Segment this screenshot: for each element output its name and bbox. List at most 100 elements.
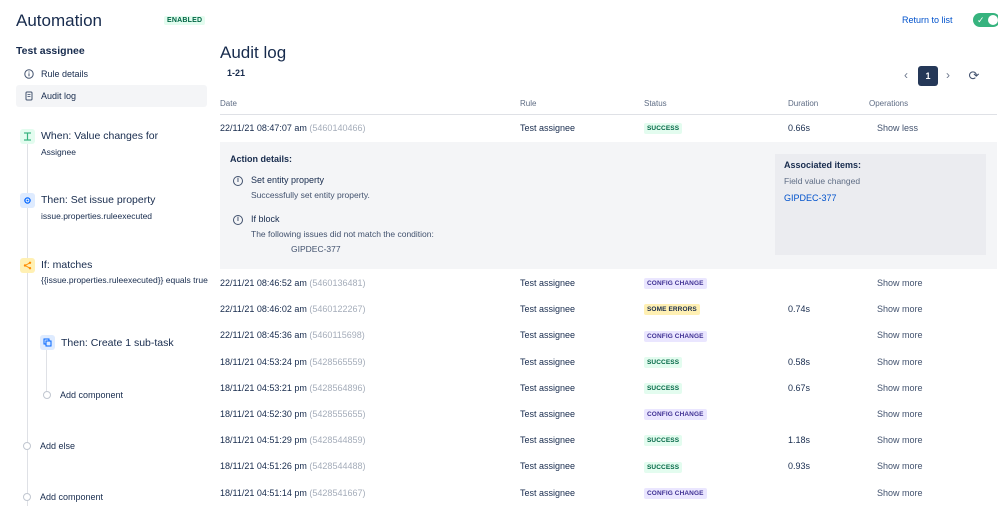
- date-text: 22/11/21 08:45:36 am: [220, 330, 307, 341]
- duration-cell: 0.58s: [788, 356, 811, 367]
- show-more-link[interactable]: Show more: [877, 401, 923, 427]
- show-more-link[interactable]: Show more: [877, 427, 923, 453]
- duration-cell: 1.18s: [788, 435, 811, 446]
- status-cell: CONFIG CHANGE: [644, 401, 707, 427]
- status-badge: SUCCESS: [644, 435, 683, 447]
- chevron-left-icon[interactable]: ‹: [899, 68, 913, 84]
- date-text: 22/11/21 08:47:07 am: [220, 123, 307, 133]
- rule-cell: Test assignee: [520, 435, 576, 446]
- show-less-link[interactable]: Show less: [877, 115, 918, 141]
- show-more-link[interactable]: Show more: [877, 453, 923, 479]
- date-text: 18/11/21 04:51:26 pm: [220, 461, 307, 472]
- component-title: If: matches: [41, 259, 93, 271]
- show-more-link[interactable]: Show more: [877, 296, 923, 322]
- execution-id: (5428555655): [309, 409, 366, 419]
- status-cell: SUCCESS: [644, 349, 683, 375]
- execution-id: (5428565559): [309, 356, 366, 367]
- sidebar: Test assignee Rule details Audit log Whe…: [0, 40, 210, 506]
- component-trigger[interactable]: When: Value changes for Assignee: [20, 129, 205, 159]
- rule-cell: Test assignee: [520, 356, 576, 367]
- show-more-link[interactable]: Show more: [877, 349, 923, 375]
- sidebar-item-audit-log[interactable]: Audit log: [16, 85, 207, 107]
- sidebar-item-label: Audit log: [41, 91, 77, 101]
- associated-items-box: Associated items: Field value changed GI…: [775, 154, 986, 255]
- add-else-link[interactable]: Add else: [40, 441, 75, 451]
- show-more-link[interactable]: Show more: [877, 322, 923, 348]
- trigger-icon: [20, 129, 35, 144]
- rule-cell: Test assignee: [520, 304, 576, 315]
- date-cell: 18/11/21 04:52:30 pm (5428555655): [220, 401, 365, 427]
- check-icon: ✓: [977, 15, 985, 25]
- rule-enabled-toggle[interactable]: ✓: [973, 13, 998, 27]
- show-more-link[interactable]: Show more: [877, 480, 923, 506]
- table-row: 18/11/21 04:53:21 pm (5428564896) Test as…: [220, 375, 997, 401]
- component-action-set-property[interactable]: Then: Set issue property issue.propertie…: [20, 193, 205, 223]
- rule-cell: Test assignee: [520, 382, 576, 393]
- component-title: Then: Create 1 sub-task: [61, 337, 174, 349]
- document-icon: [24, 91, 34, 101]
- date-cell: 18/11/21 04:51:29 pm (5428544859): [220, 427, 365, 453]
- component-subtitle: issue.properties.ruleexecuted: [41, 211, 153, 221]
- unmatched-issue-key: GIPDEC-377: [291, 244, 341, 254]
- page-number-button[interactable]: 1: [918, 66, 938, 86]
- date-cell: 18/11/21 04:51:26 pm (5428544488): [220, 453, 365, 479]
- show-more-link[interactable]: Show more: [877, 375, 923, 401]
- issue-link[interactable]: GIPDEC-377: [784, 193, 837, 203]
- branch-icon: [20, 258, 35, 273]
- status-cell: SUCCESS: [644, 115, 683, 141]
- page-title: Audit log: [220, 43, 287, 62]
- execution-id: (5428541667): [309, 487, 366, 498]
- action-details-title: Action details:: [230, 154, 293, 164]
- date-text: 22/11/21 08:46:02 am: [220, 304, 307, 315]
- app-title: Automation: [16, 11, 102, 30]
- action-message: Successfully set entity property.: [251, 190, 370, 200]
- status-badge: SUCCESS: [644, 356, 683, 368]
- date-cell: 22/11/21 08:46:52 am (5460136481): [220, 270, 365, 296]
- execution-id: (5460122267): [309, 304, 366, 315]
- status-cell: CONFIG CHANGE: [644, 480, 707, 506]
- add-node-dot: [23, 493, 31, 501]
- status-badge: SUCCESS: [644, 123, 683, 135]
- execution-id: (5460115698): [309, 330, 365, 341]
- enabled-badge: ENABLED: [164, 16, 206, 25]
- component-action-create-subtask[interactable]: Then: Create 1 sub-task: [40, 335, 190, 351]
- component-condition[interactable]: If: matches {{issue.properties.ruleexecu…: [20, 258, 208, 300]
- component-subtitle: Assignee: [41, 147, 76, 157]
- sidebar-item-rule-details[interactable]: Rule details: [16, 63, 207, 85]
- return-to-list-link[interactable]: Return to list: [902, 15, 953, 25]
- date-cell: 18/11/21 04:51:14 pm (5428541667): [220, 480, 365, 506]
- associated-items-title: Associated items:: [784, 160, 862, 170]
- status-cell: CONFIG CHANGE: [644, 270, 707, 296]
- refresh-icon[interactable]: ⟳: [967, 68, 981, 84]
- date-cell: 22/11/21 08:46:02 am (5460122267): [220, 296, 365, 322]
- column-header-status: Status: [644, 99, 667, 108]
- info-icon: i: [233, 176, 243, 186]
- table-row: 18/11/21 04:51:26 pm (5428544488) Test as…: [220, 453, 997, 479]
- add-component-inner[interactable]: Add component: [60, 390, 123, 400]
- execution-id: (5460140466): [309, 123, 366, 133]
- info-icon: i: [233, 215, 243, 225]
- status-badge: SUCCESS: [644, 382, 683, 394]
- component-subtitle: {{issue.properties.ruleexecuted}} equals…: [41, 275, 208, 285]
- flow-line-inner: [46, 350, 47, 395]
- table-row: 18/11/21 04:53:24 pm (5428565559) Test as…: [220, 349, 997, 375]
- date-text: 18/11/21 04:53:24 pm: [220, 356, 307, 367]
- execution-id: (5460136481): [309, 278, 366, 288]
- table-row: 18/11/21 04:52:30 pm (5428555655) Test as…: [220, 401, 997, 427]
- sidebar-item-label: Rule details: [41, 69, 89, 79]
- date-text: 18/11/21 04:52:30 pm: [220, 409, 307, 419]
- date-cell: 18/11/21 04:53:21 pm (5428564896): [220, 375, 365, 401]
- table-row: 18/11/21 04:51:14 pm (5428541667) Test as…: [220, 480, 997, 506]
- date-cell: 22/11/21 08:47:07 am (5460140466): [220, 115, 365, 141]
- table-row-expanded: 22/11/21 08:47:07 am (5460140466) Test a…: [220, 115, 997, 141]
- show-more-link[interactable]: Show more: [877, 270, 923, 296]
- add-node-dot: [23, 442, 31, 450]
- add-component-outer[interactable]: Add component: [40, 492, 103, 502]
- chevron-right-icon[interactable]: ›: [941, 68, 955, 84]
- rule-cell: Test assignee: [520, 123, 576, 133]
- duration-cell: 0.74s: [788, 304, 811, 315]
- table-row: 18/11/21 04:51:29 pm (5428544859) Test as…: [220, 427, 997, 453]
- column-header-duration: Duration: [788, 99, 819, 108]
- table-row: 22/11/21 08:46:52 am (5460136481) Test as…: [220, 270, 997, 296]
- status-cell: SUCCESS: [644, 375, 683, 401]
